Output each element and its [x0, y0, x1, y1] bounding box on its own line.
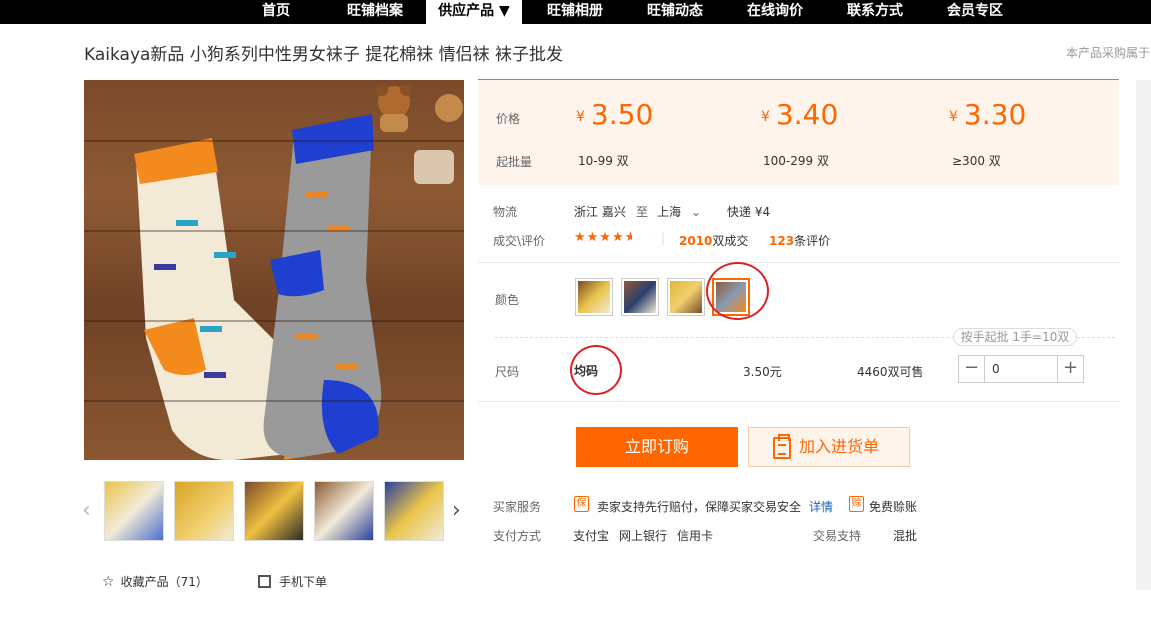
price-label: 价格 [496, 112, 521, 126]
guarantee-text: 卖家支持先行赔付，保障买家交易安全 [597, 500, 802, 514]
ship-to-select[interactable]: 上海 ⌄ [657, 203, 701, 220]
main-product-image[interactable] [84, 80, 464, 460]
trade-support-label: 交易支持 [813, 529, 862, 543]
color-label: 颜色 [495, 293, 520, 307]
thumbnail-1[interactable] [104, 481, 164, 541]
unit-price: 3.50元 [743, 365, 782, 379]
thumbnail-2[interactable] [174, 481, 234, 541]
trade-support-value: 混批 [893, 529, 918, 543]
highlight-circle-color [706, 262, 769, 320]
mobile-order[interactable]: 手机下单 [258, 573, 327, 590]
clipboard-icon [773, 434, 791, 459]
guarantee-detail-link[interactable]: 详情 [809, 498, 833, 515]
stock-available: 4460双可售 [857, 365, 924, 379]
shipping-fee: 快递 ¥4 [727, 205, 771, 219]
thumbnail-4[interactable] [314, 481, 374, 541]
nav-inquiry[interactable]: 在线询价 [736, 0, 814, 24]
thumbnail-5[interactable] [384, 481, 444, 541]
ship-to-word: 至 [636, 205, 649, 219]
nav-products[interactable]: 供应产品 ▼ [426, 0, 522, 24]
price-box: 价格 起批量 ¥3.50 ¥3.40 ¥3.30 10-99 双 100-299… [478, 79, 1119, 185]
rating-stars: ★★★★★ [574, 230, 632, 245]
nav-news[interactable]: 旺铺动态 [636, 0, 714, 24]
moq-tier-2: 100-299 双 [763, 154, 829, 168]
thumbnail-3[interactable] [244, 481, 304, 541]
quantity-minus-button[interactable]: − [959, 356, 985, 382]
free-credit-text: 免费赊账 [869, 500, 918, 514]
nav-album[interactable]: 旺铺相册 [536, 0, 614, 24]
qrcode-icon [258, 575, 271, 588]
nav-member[interactable]: 会员专区 [936, 0, 1014, 24]
top-nav: 首页 旺铺档案 供应产品 ▼ 旺铺相册 旺铺动态 在线询价 联系方式 会员专区 [0, 0, 1151, 24]
highlight-circle-size [570, 345, 622, 395]
price-tier-1: ¥3.50 [576, 98, 654, 131]
sold-info: 2010双成交 [679, 234, 749, 248]
add-to-cart-button[interactable]: 加入进货单 [748, 427, 910, 467]
pay-method-bank: 网上银行 [619, 529, 668, 543]
price-tier-2: ¥3.40 [761, 98, 839, 131]
star-outline-icon: ☆ [102, 574, 115, 590]
quantity-stepper: − + [958, 355, 1084, 383]
guarantee-icon: 保 [574, 496, 589, 512]
divider-2 [478, 401, 1119, 402]
size-label: 尺码 [495, 365, 520, 379]
credit-icon: 赊 [849, 496, 864, 512]
pay-method-alipay: 支付宝 [573, 529, 610, 543]
thumbs-prev-arrow[interactable]: ‹ [82, 498, 91, 523]
ship-from: 浙江 嘉兴 [574, 205, 626, 219]
product-title: Kaikaya新品 小狗系列中性男女袜子 提花棉袜 情侣袜 袜子批发 [84, 45, 564, 65]
color-option-1[interactable] [575, 278, 613, 316]
review-info[interactable]: 123条评价 [769, 232, 830, 249]
nav-contact[interactable]: 联系方式 [836, 0, 914, 24]
favorite-product[interactable]: ☆ 收藏产品（71） [102, 573, 208, 590]
favorite-label: 收藏产品（71） [120, 575, 208, 589]
moq-tier-3: ≥300 双 [952, 154, 1001, 168]
payment-label: 支付方式 [493, 529, 542, 543]
color-option-2[interactable] [621, 278, 659, 316]
ship-to-value: 上海 [657, 205, 682, 219]
quantity-plus-button[interactable]: + [1057, 356, 1083, 382]
moq-tier-1: 10-99 双 [578, 154, 629, 168]
purchase-note: 本产品采购属于 [1066, 46, 1151, 60]
logistics-label: 物流 [493, 205, 518, 219]
chevron-down-icon: ⌄ [691, 205, 702, 219]
add-to-cart-label: 加入进货单 [799, 437, 880, 456]
moq-label: 起批量 [496, 155, 533, 169]
quantity-input[interactable] [986, 356, 1056, 382]
deal-label: 成交\评价 [493, 234, 546, 248]
color-option-3[interactable] [667, 278, 705, 316]
pay-method-credit: 信用卡 [677, 529, 714, 543]
divider: | [661, 231, 666, 245]
price-tier-3: ¥3.30 [949, 98, 1027, 131]
thumbs-next-arrow[interactable]: › [452, 498, 461, 523]
side-scrollbar[interactable] [1136, 80, 1151, 590]
mobile-order-label: 手机下单 [279, 575, 328, 589]
nav-home[interactable]: 首页 [250, 0, 302, 24]
buy-now-button[interactable]: 立即订购 [576, 427, 738, 467]
socks-illustration [134, 84, 463, 460]
unit-tip: 按手起批 1手=10双 [953, 328, 1077, 346]
buyer-service-label: 买家服务 [493, 500, 542, 514]
divider-1 [478, 262, 1119, 263]
nav-shop-profile[interactable]: 旺铺档案 [336, 0, 414, 24]
